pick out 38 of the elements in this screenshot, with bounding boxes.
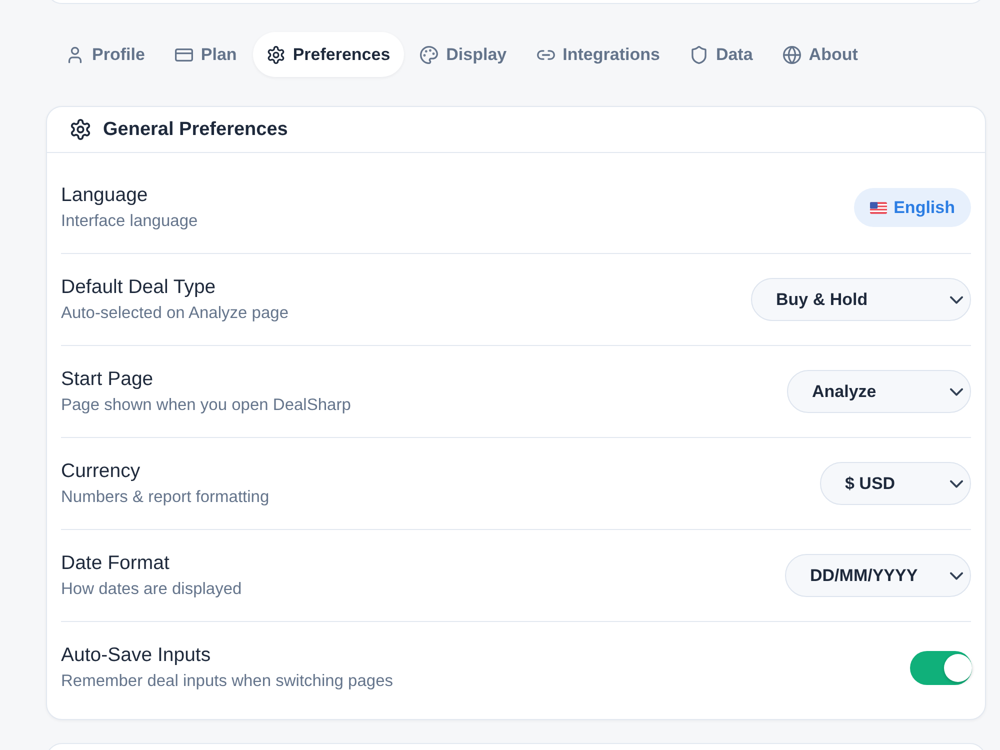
setting-description: How dates are displayed	[61, 579, 242, 600]
setting-description: Numbers & report formatting	[61, 487, 270, 508]
tab[interactable]: Integrations	[522, 32, 674, 77]
setting-description: Page shown when you open DealSharp	[61, 395, 351, 416]
panel-title: General Preferences	[103, 118, 288, 140]
language-button[interactable]: English	[854, 188, 971, 227]
chevron-down-icon	[950, 572, 963, 580]
setting-label: Language	[61, 183, 149, 208]
setting-description: Remember deal inputs when switching pages	[61, 671, 394, 692]
shield-icon	[690, 46, 708, 64]
tab[interactable]: About	[768, 32, 872, 77]
credit-card-icon	[174, 46, 193, 64]
dropdown[interactable]: Analyze	[787, 370, 971, 413]
chevron-down-icon	[950, 388, 963, 396]
user-icon	[66, 46, 84, 64]
chevron-down-icon	[950, 480, 963, 488]
palette-icon	[420, 46, 438, 64]
setting-description: Auto-selected on Analyze page	[61, 303, 288, 324]
dropdown[interactable]: DD/MM/YYYY	[785, 554, 971, 597]
chevron-down-icon	[950, 296, 963, 304]
flag-icon	[870, 202, 887, 214]
setting-label: Start Page	[61, 367, 154, 392]
globe-icon	[782, 46, 801, 64]
toggle-switch[interactable]	[910, 650, 972, 684]
tab[interactable]: Plan	[160, 32, 251, 77]
settings-icon	[70, 119, 91, 140]
tab[interactable]: Display	[406, 32, 521, 77]
setting-label: Default Deal Type	[61, 275, 217, 300]
tab[interactable]: Data	[676, 32, 767, 77]
setting-label: Date Format	[61, 551, 170, 576]
dropdown[interactable]: $ USD	[820, 462, 971, 505]
setting-label: Auto-Save Inputs	[61, 643, 212, 668]
tab[interactable]: Profile	[52, 32, 159, 77]
tab[interactable]: Preferences	[252, 32, 404, 77]
setting-label: Currency	[61, 459, 142, 484]
dropdown[interactable]: Buy & Hold	[751, 278, 971, 321]
settings-icon	[266, 46, 285, 64]
setting-description: Interface language	[61, 211, 198, 232]
